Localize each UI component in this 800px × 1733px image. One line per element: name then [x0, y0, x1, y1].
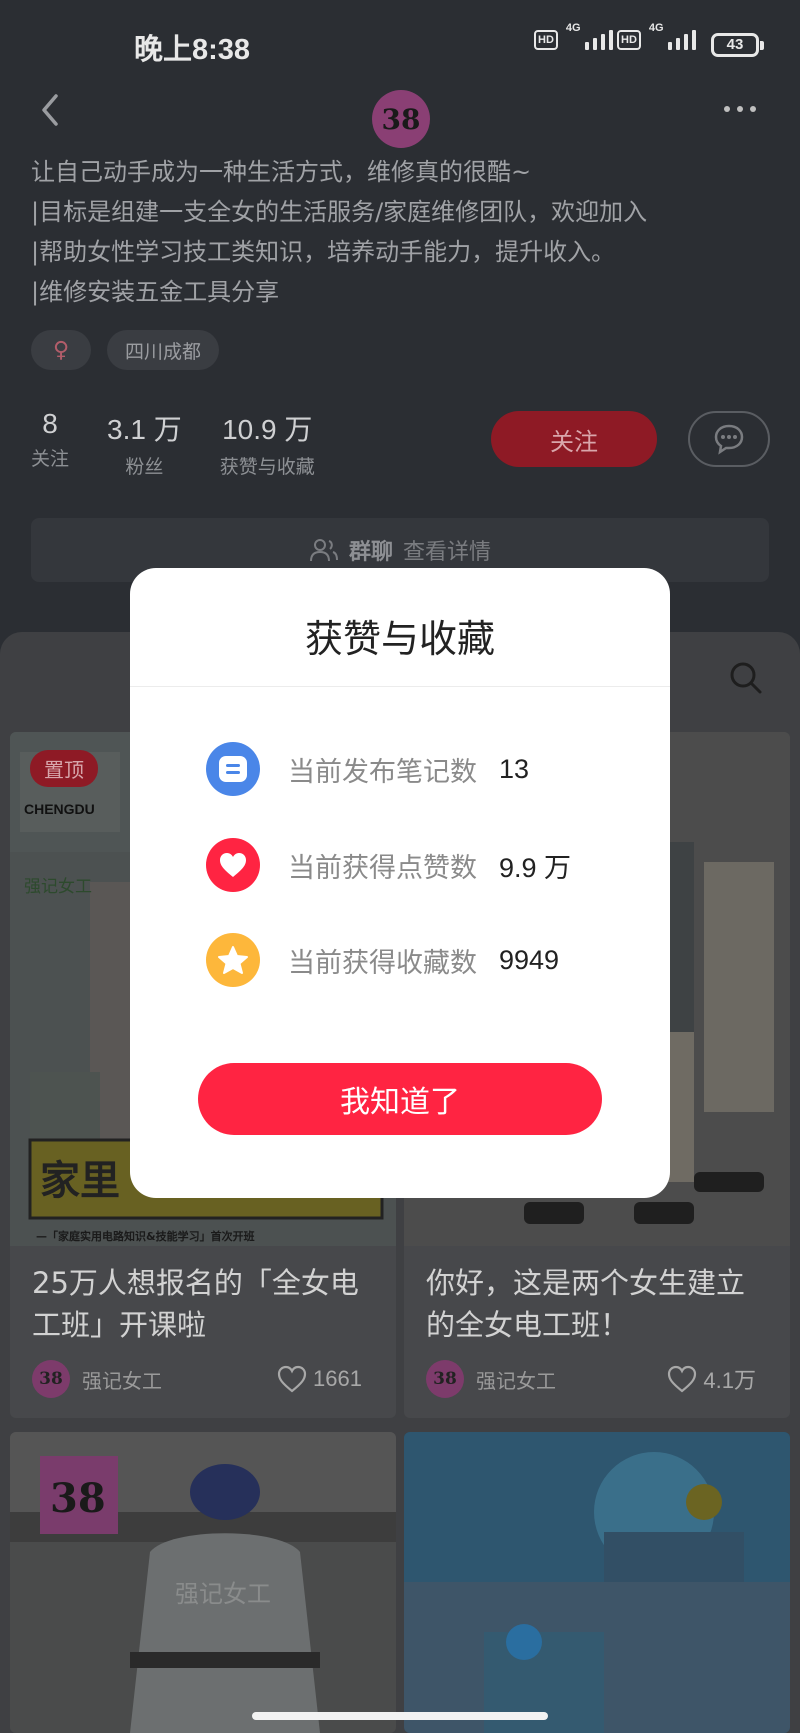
note-title-line: 的全女电工班！	[426, 1308, 630, 1342]
note-title-line: 25万人想报名的「全女电	[32, 1266, 359, 1300]
note-doc-icon	[206, 742, 260, 796]
network-type: 4G	[648, 22, 664, 34]
heart-icon	[206, 838, 260, 892]
status-bar: 晚上8:38 HD 4G HD 4G 43	[0, 0, 800, 90]
cover-tag-text: 强记女工	[24, 877, 92, 897]
signal-bar	[584, 42, 589, 50]
heart-outline-icon	[668, 1365, 697, 1393]
likes-collects-modal: 获赞与收藏 当前发布笔记数 13 当前获得点赞数 9.9 万 当前获得收藏数 9…	[130, 568, 670, 1198]
hd-badge: HD	[534, 30, 558, 50]
group-people-icon	[309, 539, 338, 562]
note-meta: 38 强记女工 1661	[32, 1360, 382, 1398]
stat-likes-collects[interactable]: 10.9 万 获赞与收藏	[220, 408, 315, 479]
signal-bar	[675, 38, 680, 50]
stat-label: 关注	[31, 448, 70, 470]
signal-bar	[683, 34, 688, 50]
back-arrow-icon[interactable]	[32, 90, 72, 130]
bio-line: |目标是组建一支全女的生活服务/家庭维修团队，欢迎加入	[31, 198, 648, 226]
nav-avatar[interactable]: 38	[372, 90, 430, 148]
stat-number: 10.9 万	[222, 414, 313, 445]
signal-bar	[667, 42, 672, 50]
stat-label: 粉丝	[125, 456, 164, 478]
chat-bubble-icon	[714, 424, 744, 455]
card-logo-text: 38	[50, 1475, 106, 1522]
row-value: 13	[499, 753, 530, 784]
profile-tags: ♀ 四川成都	[31, 330, 220, 370]
status-time: 晚上8:38	[134, 34, 251, 66]
group-chat-detail: 查看详情	[403, 540, 492, 565]
follow-button[interactable]: 关注	[491, 411, 657, 467]
note-title-line: 工班」开课啦	[32, 1308, 207, 1342]
location-tag: 四川成都	[107, 330, 220, 370]
pinned-badge: 置顶	[30, 750, 98, 787]
row-value: 9949	[499, 944, 560, 975]
hd-badge: HD	[617, 30, 641, 50]
network-type: 4G	[565, 22, 581, 34]
author-name[interactable]: 强记女工	[82, 1365, 162, 1394]
signal-bar	[592, 38, 597, 50]
got-it-button[interactable]: 我知道了	[198, 1063, 602, 1135]
home-indicator[interactable]	[252, 1712, 548, 1720]
note-title-line: 你好，这是两个女生建立	[426, 1266, 746, 1300]
note-cover-image	[404, 1432, 790, 1733]
star-icon	[206, 933, 260, 987]
likes-count-row: 当前获得点赞数 9.9 万	[206, 838, 571, 892]
modal-title: 获赞与收藏	[304, 617, 495, 661]
message-button[interactable]	[688, 411, 770, 467]
author-avatar[interactable]: 38	[426, 1360, 464, 1398]
note-card[interactable]	[404, 1432, 790, 1733]
bio-line: 让自己动手成为一种生活方式，维修真的很酷~	[31, 158, 532, 186]
like-count[interactable]: 1661	[277, 1365, 362, 1393]
stat-label: 获赞与收藏	[219, 456, 315, 478]
stat-number: 3.1 万	[107, 414, 182, 445]
bio-line: |帮助女性学习技工类知识，培养动手能力，提升收入。	[31, 238, 616, 266]
row-label: 当前发布笔记数	[288, 756, 477, 788]
modal-divider	[130, 686, 670, 687]
stat-followers[interactable]: 3.1 万 粉丝	[107, 408, 182, 479]
like-count[interactable]: 4.1万	[667, 1363, 756, 1395]
row-label: 当前获得点赞数	[288, 852, 477, 884]
stat-following[interactable]: 8 关注	[31, 408, 69, 479]
collects-count-row: 当前获得收藏数 9949	[206, 933, 559, 987]
card-shirt-text: 强记女工	[175, 1580, 271, 1608]
profile-stats: 8 关注 3.1 万 粉丝 10.9 万 获赞与收藏	[31, 408, 353, 479]
note-title: 你好，这是两个女生建立 的全女电工班！	[426, 1262, 745, 1346]
like-count-text: 4.1万	[703, 1368, 756, 1393]
signal-bar	[691, 30, 696, 50]
battery-icon: 43	[711, 33, 764, 57]
note-cover-image: 38 强记女工	[10, 1432, 396, 1733]
note-title: 25万人想报名的「全女电 工班」开课啦	[32, 1262, 359, 1346]
cover-caption-text: —「家庭实用电路知识&技能学习」首次开班	[36, 1229, 255, 1243]
signal-2: HD 4G	[617, 22, 696, 50]
profile-bio: 让自己动手成为一种生活方式，维修真的很酷~ |目标是组建一支全女的生活服务/家庭…	[31, 152, 647, 312]
row-label: 当前获得收藏数	[288, 947, 477, 979]
author-avatar[interactable]: 38	[32, 1360, 70, 1398]
cover-big-text: 家里	[40, 1158, 120, 1204]
gender-female-icon: ♀	[31, 330, 91, 370]
cover-sub-text: CHENGDU	[24, 801, 95, 817]
more-options-icon[interactable]	[724, 106, 756, 112]
author-name[interactable]: 强记女工	[476, 1365, 556, 1394]
like-count-text: 1661	[313, 1366, 362, 1391]
signal-bar	[600, 34, 605, 50]
stat-number: 8	[42, 408, 58, 439]
bio-line: |维修安装五金工具分享	[31, 278, 280, 306]
signal-bar	[608, 30, 613, 50]
search-icon[interactable]	[728, 660, 764, 696]
signal-1: HD 4G	[534, 22, 613, 50]
note-meta: 38 强记女工 4.1万	[426, 1360, 776, 1398]
note-card[interactable]: 38 强记女工	[10, 1432, 396, 1733]
group-chat-title: 群聊	[348, 540, 393, 565]
notes-count-row: 当前发布笔记数 13	[206, 742, 529, 796]
heart-outline-icon	[277, 1365, 307, 1393]
row-value: 9.9 万	[499, 852, 572, 883]
nav-bar: 38	[0, 90, 800, 156]
